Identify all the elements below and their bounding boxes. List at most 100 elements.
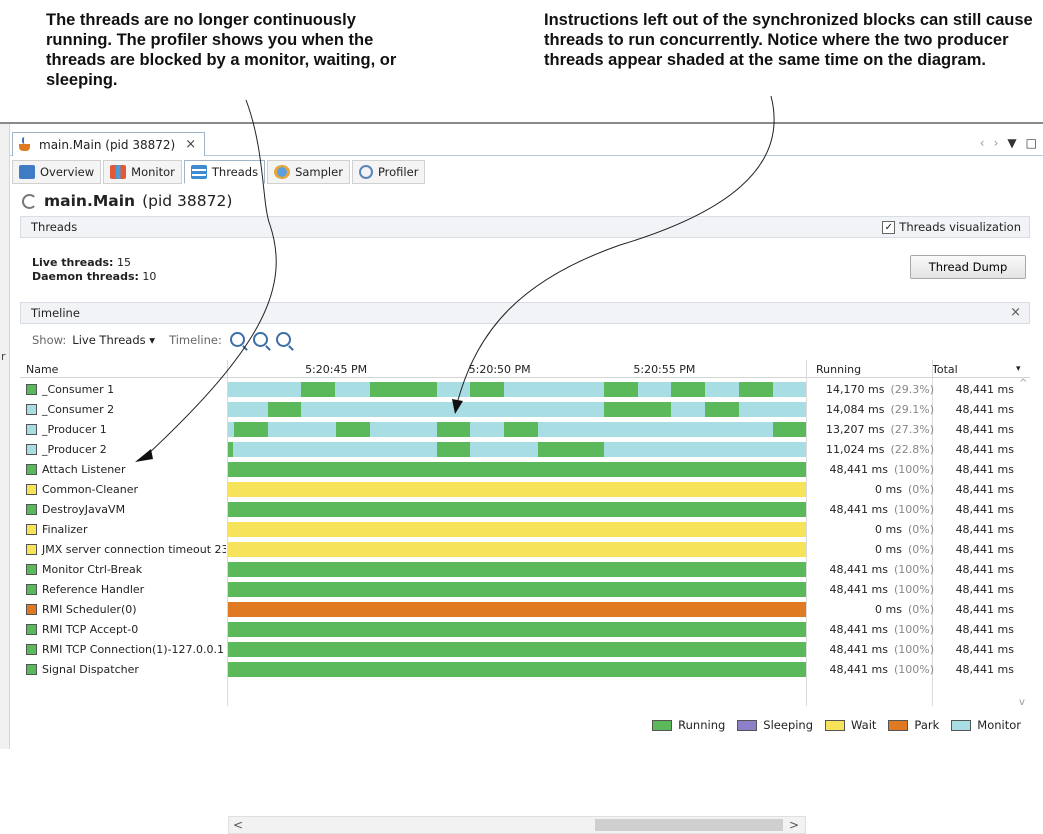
thread-timeline-bar (228, 642, 806, 657)
table-vertical-scrollbar[interactable]: ^ v (1016, 378, 1030, 708)
running-time: 48,441 ms (829, 643, 888, 656)
running-percent: (27.3%) (890, 423, 934, 436)
application-name: main.Main (44, 192, 136, 210)
running-time: 0 ms (875, 523, 902, 536)
running-time: 14,084 ms (826, 403, 885, 416)
table-row[interactable]: Signal Dispatcher 48,441 ms (100%) 48,441 m… (20, 660, 1030, 680)
thread-name-cell: RMI TCP Accept-0 (26, 623, 226, 636)
table-row[interactable]: RMI TCP Accept-0 48,441 ms (100%) 48,441 ms (20, 620, 1030, 640)
running-time-cell: 48,441 ms (100%) (806, 643, 934, 656)
table-row[interactable]: RMI TCP Connection(1)-127.0.0.1 48,441 ms… (20, 640, 1030, 660)
thread-name: JMX server connection timeout 23 (42, 543, 226, 556)
scroll-down-icon[interactable]: v (1019, 697, 1025, 708)
running-segment (436, 442, 471, 457)
total-time: 48,441 ms (955, 403, 1014, 416)
running-time: 48,441 ms (829, 503, 888, 516)
running-segment (671, 382, 706, 397)
running-time-cell: 48,441 ms (100%) (806, 503, 934, 516)
table-row[interactable]: Monitor Ctrl-Break 48,441 ms (100%) 48,441 … (20, 560, 1030, 580)
timeline-section-header: Timeline × (20, 302, 1030, 324)
document-tab-row: main.Main (pid 38872) × ‹ › ▼ □ (10, 132, 1043, 156)
document-tab[interactable]: main.Main (pid 38872) × (12, 132, 206, 156)
zoom-in-icon[interactable] (229, 332, 245, 347)
table-row[interactable]: _Consumer 2 14,084 ms (29.1%) 48,441 ms (20, 400, 1030, 420)
threads-visualization-checkbox[interactable]: ✓ (882, 220, 896, 234)
thread-state-swatch (26, 404, 37, 415)
tab-sampler[interactable]: Sampler (267, 160, 350, 184)
thread-timeline-bar (228, 602, 806, 617)
running-segment (504, 422, 538, 437)
running-percent: (0%) (907, 603, 934, 616)
column-menu-icon[interactable]: ▾ (1016, 364, 1021, 374)
thread-state-swatch (26, 544, 37, 555)
timeline-horizontal-scrollbar[interactable]: < > (228, 816, 806, 834)
table-row[interactable]: Finalizer 0 ms (0%) 48,441 ms (20, 520, 1030, 540)
running-segment (604, 382, 638, 397)
threads-visualization-label: Threads visualization (899, 220, 1021, 234)
table-row[interactable]: Reference Handler 48,441 ms (100%) 48,441 m… (20, 580, 1030, 600)
zoom-out-icon[interactable] (252, 332, 268, 347)
maximize-icon[interactable]: □ (1026, 136, 1037, 150)
thread-name-cell: RMI Scheduler(0) (26, 603, 226, 616)
column-header-running[interactable]: Running (816, 363, 861, 376)
close-timeline-icon[interactable]: × (1010, 305, 1021, 320)
table-row[interactable]: JMX server connection timeout 23 0 ms (0%)… (20, 540, 1030, 560)
scroll-left-icon[interactable]: < (233, 818, 243, 832)
table-row[interactable]: RMI Scheduler(0) 0 ms (0%) 48,441 ms (20, 600, 1030, 620)
table-row[interactable]: Common-Cleaner 0 ms (0%) 48,441 ms (20, 480, 1030, 500)
table-row[interactable]: _Consumer 1 14,170 ms (29.3%) 48,441 ms (20, 380, 1030, 400)
table-row[interactable]: DestroyJavaVM 48,441 ms (100%) 48,441 ms (20, 500, 1030, 520)
running-time-cell: 0 ms (0%) (806, 603, 934, 616)
thread-name-cell: Attach Listener (26, 463, 226, 476)
thread-timeline-bar (228, 542, 806, 557)
legend-label: Park (914, 718, 940, 732)
table-row[interactable]: _Producer 2 11,024 ms (22.8%) 48,441 ms (20, 440, 1030, 460)
thread-timeline-bar (228, 502, 806, 517)
legend-item: Running (652, 718, 725, 732)
threads-visualization-toggle[interactable]: ✓ Threads visualization (882, 220, 1021, 234)
show-threads-dropdown[interactable]: Live Threads ▾ (72, 333, 155, 347)
running-percent: (100%) (893, 623, 934, 636)
table-row[interactable]: _Producer 1 13,207 ms (27.3%) 48,441 ms (20, 420, 1030, 440)
scroll-right-icon[interactable]: > (789, 818, 799, 832)
tab-monitor[interactable]: Monitor (103, 160, 182, 184)
total-time: 48,441 ms (955, 643, 1014, 656)
timeline-tick-label: 5:20:45 PM (305, 363, 368, 376)
thread-timeline-bar (228, 482, 806, 497)
threads-icon (190, 165, 207, 179)
profiler-icon (358, 165, 373, 179)
thread-dump-button[interactable]: Thread Dump (910, 255, 1026, 279)
timeline-tick-label: 5:20:50 PM (468, 363, 531, 376)
tab-profiler[interactable]: Profiler (351, 160, 426, 184)
loading-spinner-icon (22, 193, 37, 209)
total-time: 48,441 ms (955, 503, 1014, 516)
scroll-tabs-right-icon[interactable]: › (994, 136, 999, 150)
running-time: 48,441 ms (829, 663, 888, 676)
thread-state-swatch (26, 424, 37, 435)
timeline-section-title: Timeline (31, 306, 80, 320)
close-tab-icon[interactable]: × (185, 137, 196, 152)
monitor-icon (110, 165, 127, 179)
running-segment (335, 422, 370, 437)
table-row[interactable]: Attach Listener 48,441 ms (100%) 48,441 ms (20, 460, 1030, 480)
tab-list-dropdown-icon[interactable]: ▼ (1007, 136, 1016, 150)
total-time: 48,441 ms (955, 443, 1014, 456)
tab-overview[interactable]: Overview (12, 160, 102, 184)
running-time: 14,170 ms (826, 383, 885, 396)
column-header-total[interactable]: Total (932, 363, 958, 376)
running-time: 0 ms (875, 603, 902, 616)
thread-state-swatch (26, 484, 37, 495)
legend-label: Running (678, 718, 726, 732)
live-threads-label: Live threads: (32, 256, 114, 269)
scroll-tabs-left-icon[interactable]: ‹ (980, 136, 985, 150)
thread-name: _Producer 2 (42, 443, 107, 456)
zoom-fit-icon[interactable] (275, 332, 291, 347)
thread-name-cell: _Producer 1 (26, 423, 226, 436)
scroll-up-icon[interactable]: ^ (1019, 378, 1027, 389)
java-cup-icon (17, 136, 33, 153)
tab-threads[interactable]: Threads (183, 160, 266, 184)
live-threads-count: 15 (116, 256, 131, 269)
running-time-cell: 48,441 ms (100%) (806, 583, 934, 596)
column-header-name[interactable]: Name (26, 363, 58, 376)
scrollbar-thumb[interactable] (595, 819, 783, 831)
